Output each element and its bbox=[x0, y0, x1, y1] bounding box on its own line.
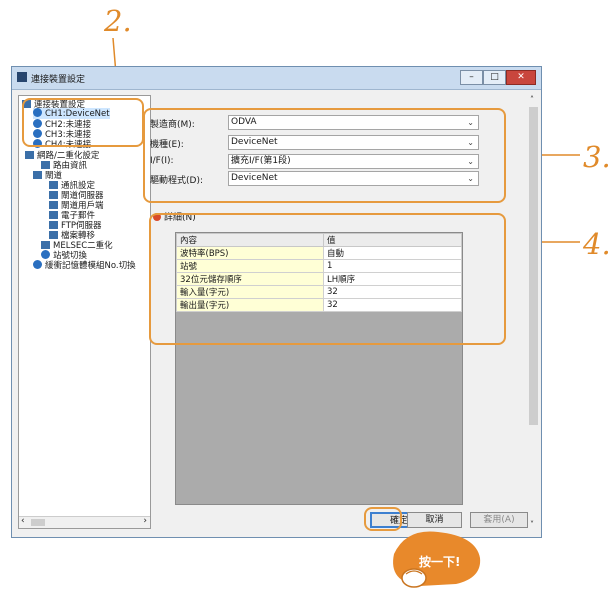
scroll-up-icon[interactable]: ˄ bbox=[530, 95, 534, 104]
mouse-pointer-icon bbox=[401, 568, 427, 588]
right-vertical-scrollbar[interactable]: ˄ ˅ bbox=[528, 95, 539, 529]
click-badge: 按一下! bbox=[393, 531, 481, 588]
scroll-thumb[interactable] bbox=[529, 107, 538, 425]
highlight-channels bbox=[22, 98, 144, 147]
click-badge-text: 按一下! bbox=[419, 554, 460, 569]
highlight-detail-grid bbox=[149, 213, 506, 345]
scroll-down-icon[interactable]: ˅ bbox=[530, 520, 534, 529]
highlight-device-fields bbox=[143, 108, 506, 203]
